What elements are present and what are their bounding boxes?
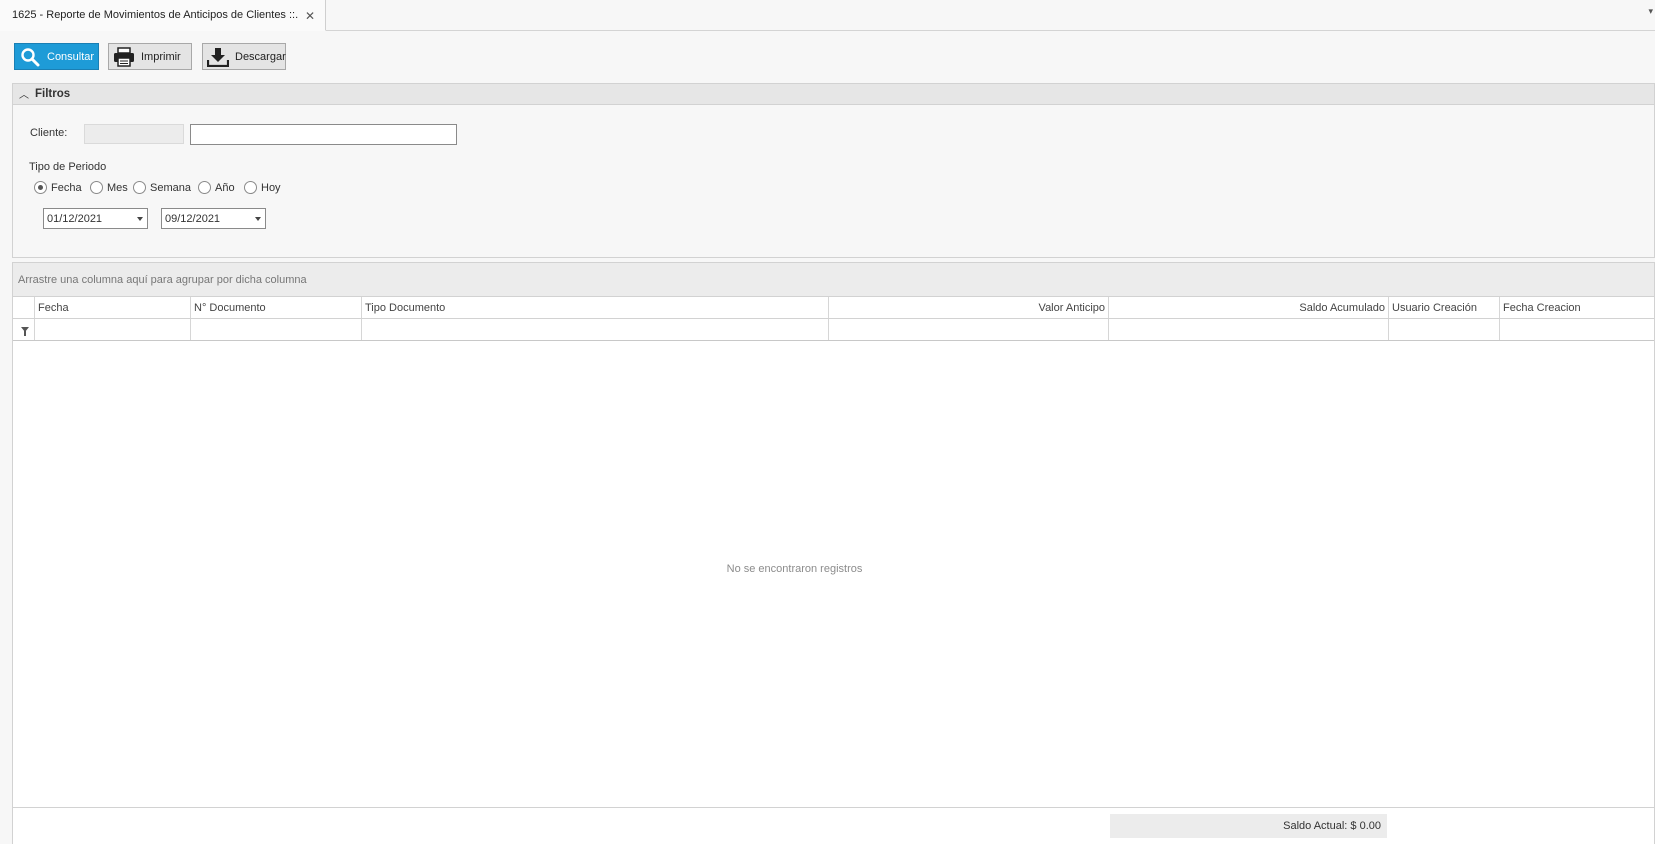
radio-anio-label: Año <box>215 181 235 194</box>
dropdown-arrow-icon[interactable] <box>255 217 261 221</box>
column-header-fecha-creacion[interactable]: Fecha Creacion <box>1500 297 1654 318</box>
imprimir-button[interactable]: Imprimir <box>108 43 192 70</box>
consultar-label: Consultar <box>47 50 95 63</box>
radio-mes-label: Mes <box>107 181 128 194</box>
cliente-code-field <box>84 124 184 144</box>
filter-cell-tipo-documento[interactable] <box>362 319 829 340</box>
filters-title: Filtros <box>35 88 71 100</box>
grid-footer: Saldo Actual: $ 0.00 <box>13 807 1654 844</box>
radio-circle-selected[interactable] <box>34 181 47 194</box>
group-by-panel[interactable]: Arrastre una columna aquí para agrupar p… <box>13 263 1654 297</box>
radio-hoy-label: Hoy <box>261 181 281 194</box>
date-from-picker[interactable]: 01/12/2021 <box>43 208 148 229</box>
search-icon <box>19 46 41 68</box>
descargar-label: Descargar <box>235 50 286 63</box>
tipo-periodo-label: Tipo de Periodo <box>29 161 107 173</box>
cliente-label: Cliente: <box>30 127 68 139</box>
radio-semana-label: Semana <box>150 181 191 194</box>
filter-cell-numero-documento[interactable] <box>191 319 362 340</box>
descargar-button[interactable]: Descargar <box>202 43 286 70</box>
radio-circle[interactable] <box>244 181 257 194</box>
empty-grid-message: No se encontraron registros <box>726 563 863 575</box>
dropdown-arrow-icon[interactable] <box>137 217 143 221</box>
results-grid: Arrastre una columna aquí para agrupar p… <box>12 262 1655 844</box>
date-to-value: 09/12/2021 <box>165 212 221 225</box>
filter-icon <box>21 327 29 336</box>
printer-icon <box>113 46 135 68</box>
row-indicator-header <box>13 297 35 318</box>
filter-cell-fecha-creacion[interactable] <box>1500 319 1654 340</box>
report-tab-title: 1625 - Reporte de Movimientos de Anticip… <box>12 9 299 21</box>
radio-anio[interactable]: Año <box>198 181 235 194</box>
cliente-name-field[interactable] <box>190 124 457 145</box>
filter-row-indicator <box>13 319 35 340</box>
date-to-picker[interactable]: 09/12/2021 <box>161 208 266 229</box>
document-tab-strip: 1625 - Reporte de Movimientos de Anticip… <box>0 0 1655 31</box>
radio-circle[interactable] <box>198 181 211 194</box>
filter-cell-saldo-acumulado[interactable] <box>1109 319 1389 340</box>
column-header-numero-documento[interactable]: N° Documento <box>191 297 362 318</box>
column-header-fecha[interactable]: Fecha <box>35 297 191 318</box>
filters-header[interactable]: ︿ Filtros <box>13 84 1654 105</box>
filters-group: ︿ Filtros Cliente: Tipo de Periodo Fecha… <box>12 83 1655 258</box>
radio-circle[interactable] <box>90 181 103 194</box>
chevron-down-icon[interactable]: ▾ <box>1648 6 1653 17</box>
filter-cell-fecha[interactable] <box>35 319 191 340</box>
column-header-valor-anticipo[interactable]: Valor Anticipo <box>829 297 1109 318</box>
date-from-value: 01/12/2021 <box>47 212 103 225</box>
report-tab[interactable]: 1625 - Reporte de Movimientos de Anticip… <box>0 0 326 31</box>
radio-circle[interactable] <box>133 181 146 194</box>
close-icon[interactable]: ✕ <box>305 9 315 23</box>
filter-cell-valor-anticipo[interactable] <box>829 319 1109 340</box>
chevron-up-icon[interactable]: ︿ <box>19 86 29 101</box>
radio-semana[interactable]: Semana <box>133 181 191 194</box>
radio-hoy[interactable]: Hoy <box>244 181 281 194</box>
column-header-usuario-creacion[interactable]: Usuario Creación <box>1389 297 1500 318</box>
column-header-tipo-documento[interactable]: Tipo Documento <box>362 297 829 318</box>
column-header-saldo-acumulado[interactable]: Saldo Acumulado <box>1109 297 1389 318</box>
imprimir-label: Imprimir <box>141 50 181 63</box>
saldo-actual-summary: Saldo Actual: $ 0.00 <box>1110 814 1387 838</box>
filter-cell-usuario-creacion[interactable] <box>1389 319 1500 340</box>
grid-header-row: Fecha N° Documento Tipo Documento Valor … <box>13 297 1654 319</box>
radio-fecha-label: Fecha <box>51 181 82 194</box>
radio-fecha[interactable]: Fecha <box>34 181 82 194</box>
grid-auto-filter-row <box>13 319 1654 341</box>
radio-mes[interactable]: Mes <box>90 181 128 194</box>
consultar-button[interactable]: Consultar <box>14 43 99 70</box>
download-icon <box>207 46 229 68</box>
